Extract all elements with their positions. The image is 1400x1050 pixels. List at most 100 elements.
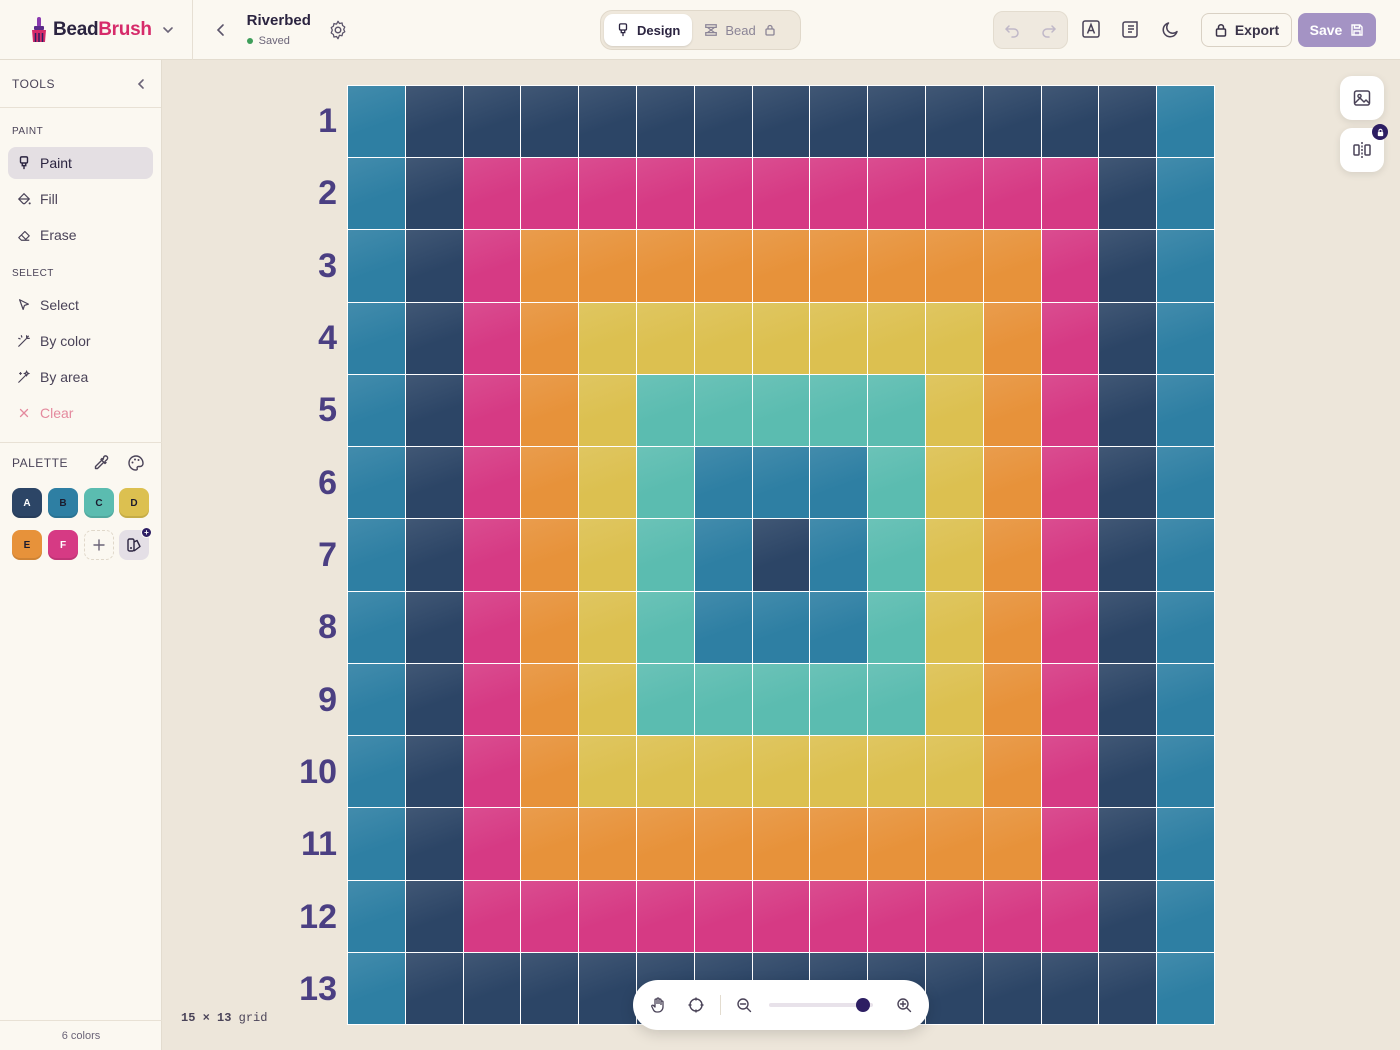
bead-cell[interactable]	[1041, 880, 1099, 952]
bead-cell[interactable]	[983, 86, 1041, 158]
bead-cell[interactable]	[868, 374, 925, 447]
bead-cell[interactable]	[405, 808, 463, 880]
bead-cell[interactable]	[925, 736, 983, 808]
bead-cell[interactable]	[463, 952, 521, 1024]
bead-cell[interactable]	[694, 519, 752, 591]
bead-cell[interactable]	[405, 519, 463, 591]
bead-cell[interactable]	[810, 230, 868, 302]
bead-cell[interactable]	[1157, 447, 1214, 519]
bead-cell[interactable]	[1099, 302, 1157, 374]
bead-cell[interactable]	[636, 519, 694, 591]
bead-cell[interactable]	[1099, 374, 1157, 447]
bead-cell[interactable]	[694, 447, 752, 519]
bead-cell[interactable]	[810, 519, 868, 591]
bead-cell[interactable]	[983, 519, 1041, 591]
bead-cell[interactable]	[868, 808, 925, 880]
bead-cell[interactable]	[983, 447, 1041, 519]
bead-mode-button[interactable]: Bead	[692, 14, 794, 46]
bead-cell[interactable]	[521, 86, 579, 158]
palette-swatch-f[interactable]: F	[48, 530, 78, 560]
tool-clear-selection[interactable]: Clear	[8, 397, 153, 429]
document-title[interactable]: Riverbed	[247, 12, 311, 29]
bead-cell[interactable]	[868, 880, 925, 952]
redo-icon[interactable]	[1040, 21, 1058, 39]
bead-cell[interactable]	[579, 374, 636, 447]
bead-cell[interactable]	[1157, 158, 1214, 230]
bead-cell[interactable]	[463, 302, 521, 374]
bead-cell[interactable]	[752, 880, 810, 952]
bead-cell[interactable]	[1099, 736, 1157, 808]
brand-menu[interactable]: BeadBrush	[30, 0, 176, 60]
bead-cell[interactable]	[579, 808, 636, 880]
bead-cell[interactable]	[1157, 880, 1214, 952]
bead-cell[interactable]	[1157, 736, 1214, 808]
bead-cell[interactable]	[1099, 519, 1157, 591]
bead-cell[interactable]	[521, 736, 579, 808]
bead-cell[interactable]	[463, 591, 521, 663]
bead-cell[interactable]	[810, 736, 868, 808]
zoom-in-icon[interactable]	[895, 996, 913, 1014]
bead-cell[interactable]	[925, 808, 983, 880]
bead-cell[interactable]	[463, 736, 521, 808]
bead-cell[interactable]	[579, 591, 636, 663]
bead-cell[interactable]	[521, 230, 579, 302]
bead-cell[interactable]	[694, 591, 752, 663]
bead-cell[interactable]	[579, 230, 636, 302]
tool-paint[interactable]: Paint	[8, 147, 153, 179]
bead-cell[interactable]	[810, 374, 868, 447]
bead-cell[interactable]	[405, 86, 463, 158]
bead-cell[interactable]	[868, 302, 925, 374]
undo-icon[interactable]	[1003, 21, 1021, 39]
bead-cell[interactable]	[925, 447, 983, 519]
bead-cell[interactable]	[925, 663, 983, 736]
bead-cell[interactable]	[1041, 519, 1099, 591]
bead-cell[interactable]	[752, 230, 810, 302]
bead-cell[interactable]	[521, 591, 579, 663]
bead-cell[interactable]	[521, 808, 579, 880]
bead-cell[interactable]	[1157, 952, 1214, 1024]
bead-cell[interactable]	[405, 880, 463, 952]
bead-cell[interactable]	[405, 736, 463, 808]
tool-fill[interactable]: Fill	[8, 183, 153, 215]
bead-cell[interactable]	[636, 736, 694, 808]
bead-cell[interactable]	[405, 447, 463, 519]
bead-cell[interactable]	[1041, 302, 1099, 374]
bead-cell[interactable]	[636, 374, 694, 447]
bead-cell[interactable]	[1099, 447, 1157, 519]
bead-cell[interactable]	[694, 736, 752, 808]
bead-cell[interactable]	[752, 447, 810, 519]
bead-cell[interactable]	[463, 808, 521, 880]
zoom-slider-thumb[interactable]	[855, 998, 870, 1012]
tool-select-by-color[interactable]: By color	[8, 325, 153, 357]
bead-cell[interactable]	[868, 158, 925, 230]
bead-cell[interactable]	[1157, 591, 1214, 663]
bead-cell[interactable]	[810, 86, 868, 158]
bead-cell[interactable]	[348, 447, 405, 519]
palette-swatch-c[interactable]: C	[84, 488, 114, 518]
bead-cell[interactable]	[1157, 663, 1214, 736]
bead-cell[interactable]	[983, 808, 1041, 880]
bead-cell[interactable]	[983, 230, 1041, 302]
bead-cell[interactable]	[1099, 663, 1157, 736]
tool-select-by-area[interactable]: By area	[8, 361, 153, 393]
bead-cell[interactable]	[636, 591, 694, 663]
bead-cell[interactable]	[521, 663, 579, 736]
bead-cell[interactable]	[405, 952, 463, 1024]
bead-cell[interactable]	[1099, 591, 1157, 663]
bead-cell[interactable]	[810, 302, 868, 374]
bead-cell[interactable]	[694, 808, 752, 880]
pan-hand-icon[interactable]	[649, 996, 667, 1014]
collapse-sidebar-button[interactable]	[133, 76, 149, 92]
bead-cell[interactable]	[579, 447, 636, 519]
palette-swatch-e[interactable]: E	[12, 530, 42, 560]
bead-cell[interactable]	[521, 952, 579, 1024]
bead-cell[interactable]	[1041, 230, 1099, 302]
bead-cell[interactable]	[694, 86, 752, 158]
bead-cell[interactable]	[868, 86, 925, 158]
tool-erase[interactable]: Erase	[8, 219, 153, 251]
bead-cell[interactable]	[348, 591, 405, 663]
back-button[interactable]	[207, 16, 235, 44]
eyedropper-button[interactable]	[92, 454, 110, 477]
bead-cell[interactable]	[579, 302, 636, 374]
bead-cell[interactable]	[752, 302, 810, 374]
